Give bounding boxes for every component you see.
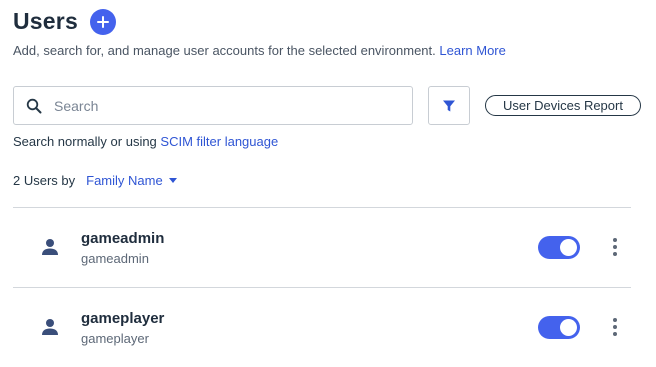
plus-icon xyxy=(96,15,109,28)
more-options-icon[interactable] xyxy=(609,317,621,337)
user-count-label: 2 Users by xyxy=(13,173,76,188)
sort-dropdown[interactable]: Family Name xyxy=(86,173,177,188)
sort-row: 2 Users by Family Name xyxy=(13,173,177,188)
add-user-button[interactable] xyxy=(89,8,116,35)
toggle-knob xyxy=(560,319,577,336)
caret-down-icon xyxy=(168,178,177,183)
filter-button[interactable] xyxy=(428,86,470,125)
title-row: Users xyxy=(13,8,116,35)
search-hint: Search normally or using SCIM filter lan… xyxy=(13,134,278,149)
search-input[interactable] xyxy=(54,97,384,114)
sort-selected-label: Family Name xyxy=(86,173,163,188)
users-page: Users Add, search for, and manage user a… xyxy=(0,0,656,367)
user-icon xyxy=(42,319,58,335)
learn-more-link[interactable]: Learn More xyxy=(439,43,505,58)
filter-icon xyxy=(443,100,455,111)
user-username: gameplayer xyxy=(81,331,149,346)
user-display-name: gameplayer xyxy=(81,310,165,327)
user-username: gameadmin xyxy=(81,251,149,266)
user-enabled-toggle[interactable] xyxy=(538,236,580,259)
user-icon xyxy=(42,239,58,255)
user-devices-report-button[interactable]: User Devices Report xyxy=(485,95,641,116)
user-enabled-toggle[interactable] xyxy=(538,316,580,339)
more-options-icon[interactable] xyxy=(609,237,621,257)
page-title: Users xyxy=(13,8,78,34)
toggle-knob xyxy=(560,239,577,256)
search-icon xyxy=(26,98,42,114)
user-display-name: gameadmin xyxy=(81,230,165,247)
user-row[interactable]: gameplayer gameplayer xyxy=(13,288,631,367)
page-subtitle: Add, search for, and manage user account… xyxy=(13,43,506,58)
scim-filter-link[interactable]: SCIM filter language xyxy=(160,134,278,149)
search-box[interactable] xyxy=(13,86,413,125)
search-hint-text: Search normally or using xyxy=(13,134,157,149)
user-row[interactable]: gameadmin gameadmin xyxy=(13,208,631,287)
subtitle-text: Add, search for, and manage user account… xyxy=(13,43,436,58)
